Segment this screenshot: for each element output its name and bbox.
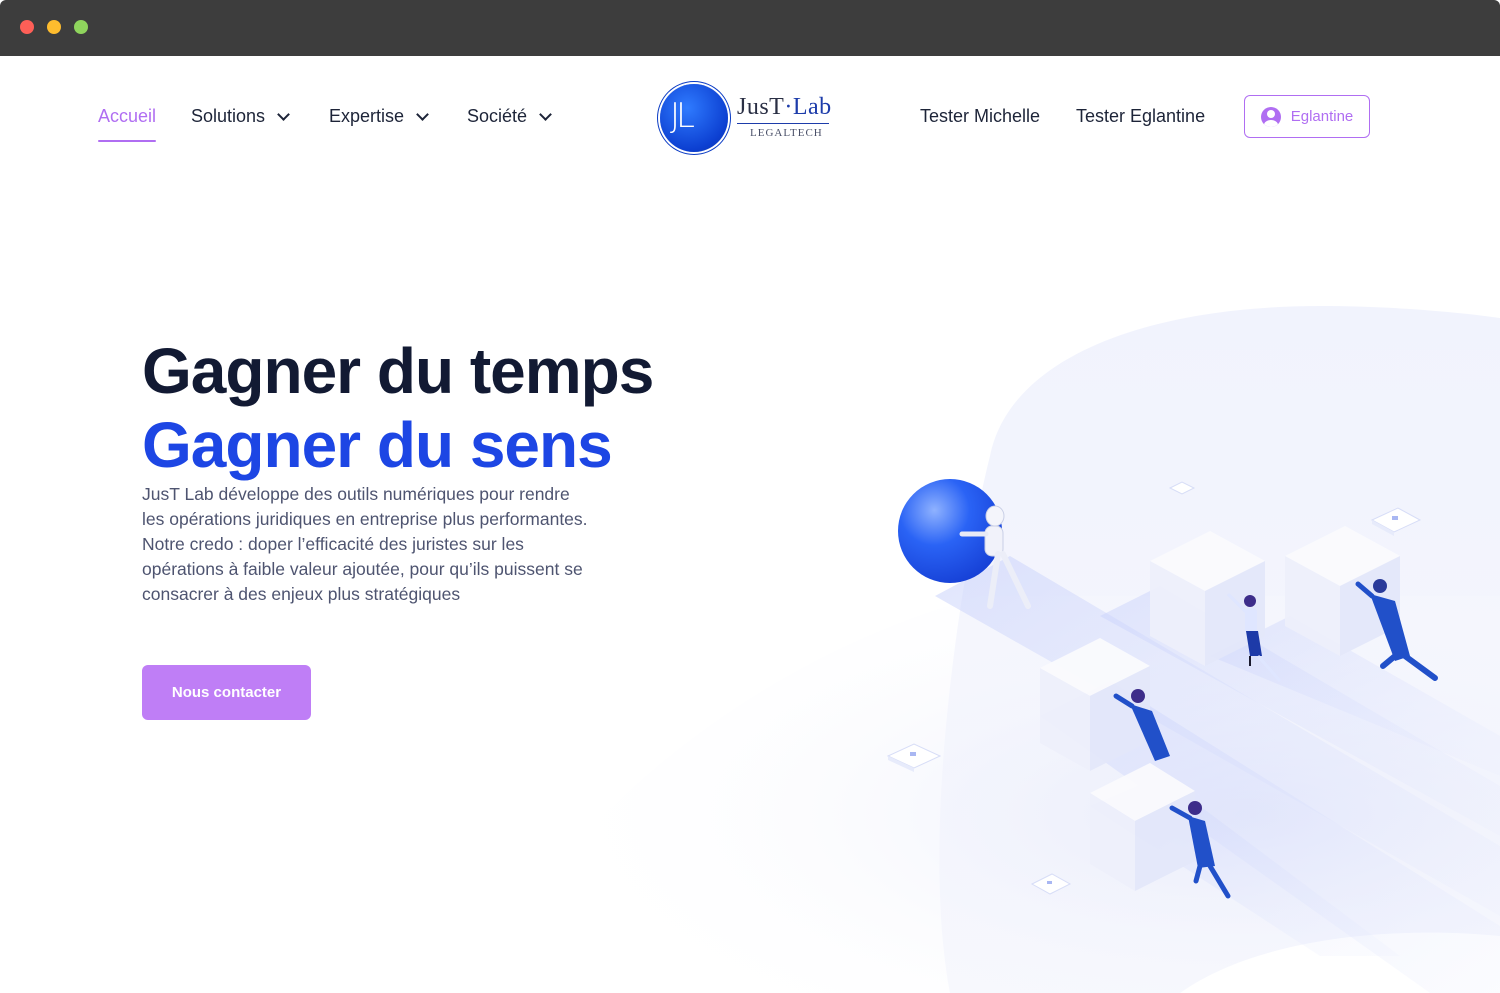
chevron-down-icon: [416, 107, 429, 121]
window-titlebar: [0, 0, 1500, 56]
tester-michelle-link[interactable]: Tester Michelle: [920, 106, 1040, 127]
hero-description: JusT Lab développe des outils numériques…: [142, 482, 652, 607]
hero-description-line: Notre credo : doper l’efficacité des jur…: [142, 534, 524, 554]
nav-item-label: Société: [467, 106, 528, 126]
logo-divider: [737, 123, 829, 124]
nav-item-label: Solutions: [191, 106, 266, 126]
page: Accueil Solutions Expertise Société JL J…: [0, 56, 1500, 993]
logo-emblem: JL: [660, 84, 728, 152]
brand-logo[interactable]: JL JusT·Lab LEGALTECH: [660, 84, 840, 154]
minimize-window-button[interactable]: [47, 20, 61, 34]
nav-item-accueil[interactable]: Accueil: [98, 106, 157, 142]
logo-wordmark: JusT·Lab: [737, 94, 832, 120]
hero-title-line2: Gagner du sens: [142, 409, 613, 481]
chevron-down-icon: [277, 107, 290, 121]
chevron-down-icon: [539, 107, 552, 121]
close-window-button[interactable]: [20, 20, 34, 34]
contact-button[interactable]: Nous contacter: [142, 665, 311, 720]
hero-description-line: opérations à faible valeur ajoutée, pour…: [142, 559, 583, 579]
hero-description-line: consacrer à des enjeux plus stratégiques: [142, 584, 461, 604]
tester-eglantine-link[interactable]: Tester Eglantine: [1076, 106, 1205, 127]
nav-item-label: Expertise: [329, 106, 405, 126]
user-account-button[interactable]: Eglantine: [1244, 95, 1370, 138]
hero-description-line: les opérations juridiques en entreprise …: [142, 509, 588, 529]
logo-subtitle: LEGALTECH: [750, 127, 823, 139]
maximize-window-button[interactable]: [74, 20, 88, 34]
nav-item-solutions[interactable]: Solutions: [191, 106, 290, 127]
nav-item-societe[interactable]: Société: [467, 106, 552, 127]
nav-item-expertise[interactable]: Expertise: [329, 106, 429, 127]
hero-description-line: JusT Lab développe des outils numériques…: [142, 484, 570, 504]
hero-title-line1: Gagner du temps: [142, 335, 654, 407]
user-account-label: Eglantine: [1290, 108, 1354, 125]
user-circle-icon: [1260, 106, 1281, 127]
nav-item-label: Accueil: [98, 106, 157, 126]
